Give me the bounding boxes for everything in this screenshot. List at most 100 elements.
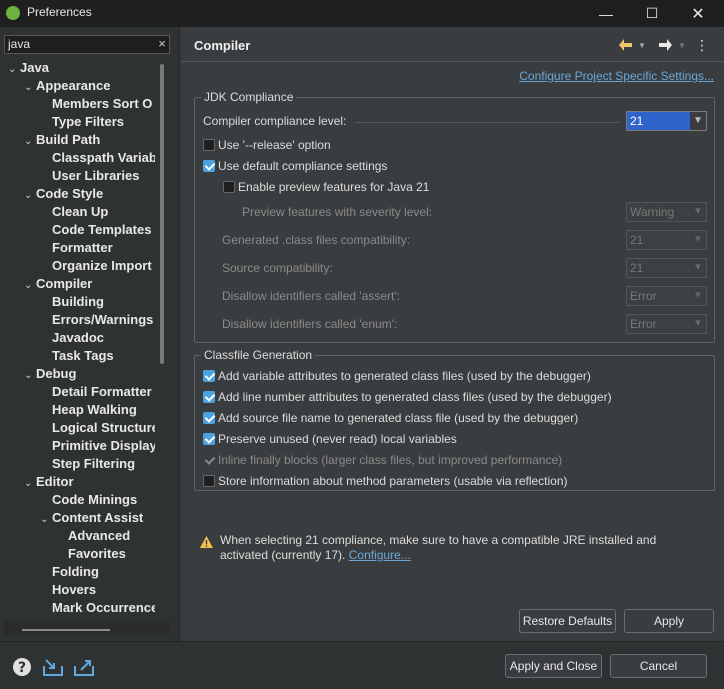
- tree-item-favorites[interactable]: Favorites: [56, 545, 126, 563]
- tree-item-step-filtering[interactable]: Step Filtering: [40, 455, 135, 473]
- svg-text:?: ?: [18, 660, 26, 676]
- tree-item-members-sort-o[interactable]: Members Sort O: [40, 95, 152, 113]
- chevron-down-icon[interactable]: ⌄: [40, 511, 52, 529]
- warning-icon: [200, 536, 213, 548]
- tree-item-editor[interactable]: ⌄ Editor: [24, 473, 74, 491]
- preview-severity-select[interactable]: Warning ▼: [626, 202, 707, 222]
- clear-filter-icon[interactable]: ×: [155, 36, 169, 52]
- tree-item-label: Code Minings: [52, 492, 138, 507]
- chevron-down-icon[interactable]: ⌄: [24, 79, 36, 97]
- select-value: 21: [630, 261, 644, 275]
- tree-horizontal-scrollbar[interactable]: [4, 621, 170, 635]
- tree-item-label: Task Tags: [52, 348, 114, 363]
- scroll-thumb[interactable]: [22, 629, 110, 631]
- source-compat-select[interactable]: 21 ▼: [626, 258, 707, 278]
- tree-item-debug[interactable]: ⌄ Debug: [24, 365, 76, 383]
- forward-menu-chevron-icon[interactable]: ▼: [678, 36, 686, 54]
- tree-vertical-scrollbar[interactable]: [155, 59, 170, 629]
- preserve-unused-checkbox[interactable]: [203, 433, 215, 445]
- tree-item-java[interactable]: ⌄ Java: [8, 59, 49, 77]
- enable-preview-checkbox[interactable]: [223, 181, 235, 193]
- back-menu-chevron-icon[interactable]: ▼: [638, 36, 646, 54]
- scroll-thumb[interactable]: [160, 64, 164, 364]
- help-icon[interactable]: ?: [12, 657, 34, 677]
- tree-item-javadoc[interactable]: Javadoc: [40, 329, 104, 347]
- tree-item-content-assist[interactable]: ⌄ Content Assist: [40, 509, 143, 527]
- forward-button[interactable]: [657, 36, 673, 54]
- configure-project-settings-link[interactable]: Configure Project Specific Settings...: [519, 69, 714, 83]
- forward-arrow-icon: [659, 39, 672, 51]
- tree-item-code-style[interactable]: ⌄ Code Style: [24, 185, 103, 203]
- inline-finally-checkbox[interactable]: [203, 454, 215, 466]
- tree-item-task-tags[interactable]: Task Tags: [40, 347, 114, 365]
- back-button[interactable]: [618, 36, 634, 54]
- tree-item-clean-up[interactable]: Clean Up: [40, 203, 108, 221]
- tree-item-label: Content Assist: [52, 510, 144, 525]
- tree-item-mark-occurrence[interactable]: Mark Occurrence: [40, 599, 155, 617]
- generated-compat-label: Generated .class files compatibility:: [222, 233, 411, 247]
- select-value: Error: [630, 317, 657, 331]
- compliance-level-select[interactable]: 21 ▼: [626, 111, 707, 131]
- chevron-down-icon[interactable]: ⌄: [24, 277, 36, 295]
- tree-item-label: User Libraries: [52, 168, 140, 183]
- tree-item-label: Type Filters: [52, 114, 125, 129]
- chevron-down-icon[interactable]: ⌄: [24, 475, 36, 493]
- tree-item-code-templates[interactable]: Code Templates: [40, 221, 151, 239]
- restore-defaults-button[interactable]: Restore Defaults: [519, 609, 616, 633]
- tree-item-appearance[interactable]: ⌄ Appearance: [24, 77, 110, 95]
- tree-item-logical-structure[interactable]: Logical Structure: [40, 419, 155, 437]
- classfile-generation-group: Classfile Generation Add variable attrib…: [194, 347, 715, 491]
- chevron-down-icon: ▼: [690, 231, 706, 249]
- more-menu-icon[interactable]: ⋮: [695, 36, 709, 54]
- chevron-down-icon[interactable]: ⌄: [24, 187, 36, 205]
- minimize-button[interactable]: —: [583, 0, 629, 27]
- tree-item-label: Building: [52, 294, 104, 309]
- tree-item-label: Hovers: [52, 582, 97, 597]
- chevron-down-icon[interactable]: ⌄: [24, 367, 36, 385]
- configure-jre-link[interactable]: Configure...: [349, 548, 411, 562]
- add-source-file-checkbox[interactable]: [203, 412, 215, 424]
- tree-item-errors-warnings[interactable]: Errors/Warnings: [40, 311, 153, 329]
- tree-item-advanced[interactable]: Advanced: [56, 527, 130, 545]
- tree-item-building[interactable]: Building: [40, 293, 104, 311]
- select-value: Error: [630, 289, 657, 303]
- use-default-compliance-checkbox[interactable]: [203, 160, 215, 172]
- tree-item-folding[interactable]: Folding: [40, 563, 99, 581]
- tree-item-hovers[interactable]: Hovers: [40, 581, 96, 599]
- use-release-checkbox[interactable]: [203, 139, 215, 151]
- tree-item-label: Detail Formatter: [52, 384, 152, 399]
- tree-item-label: Clean Up: [52, 204, 109, 219]
- filter-input[interactable]: java: [4, 35, 170, 54]
- tree-item-compiler[interactable]: ⌄ Compiler: [24, 275, 92, 293]
- generated-compat-select[interactable]: 21 ▼: [626, 230, 707, 250]
- export-icon[interactable]: [73, 657, 95, 677]
- tree-item-build-path[interactable]: ⌄ Build Path: [24, 131, 100, 149]
- apply-button[interactable]: Apply: [624, 609, 714, 633]
- tree-item-label: Favorites: [68, 546, 126, 561]
- maximize-button[interactable]: ☐: [629, 0, 675, 27]
- chevron-down-icon[interactable]: ⌄: [8, 61, 20, 79]
- tree-item-user-libraries[interactable]: User Libraries: [40, 167, 139, 185]
- tree-item-primitive-display[interactable]: Primitive Display: [40, 437, 155, 455]
- tree-item-code-minings[interactable]: Code Minings: [40, 491, 137, 509]
- add-line-number-checkbox[interactable]: [203, 391, 215, 403]
- import-icon[interactable]: [42, 657, 64, 677]
- apply-and-close-button[interactable]: Apply and Close: [505, 654, 602, 678]
- disallow-enum-select[interactable]: Error ▼: [626, 314, 707, 334]
- cancel-button[interactable]: Cancel: [610, 654, 707, 678]
- chevron-down-icon[interactable]: ⌄: [24, 133, 36, 151]
- dialog-body: java × ⌄ Java ⌄ Appearance Members Sort O Typ…: [0, 27, 724, 689]
- header-separator: [181, 61, 724, 62]
- store-method-params-checkbox[interactable]: [203, 475, 215, 487]
- tree-item-formatter[interactable]: Formatter: [40, 239, 113, 257]
- tree-item-detail-formatter[interactable]: Detail Formatter: [40, 383, 152, 401]
- add-variable-attributes-checkbox[interactable]: [203, 370, 215, 382]
- disallow-assert-select[interactable]: Error ▼: [626, 286, 707, 306]
- close-button[interactable]: ✕: [675, 0, 721, 27]
- tree-item-heap-walking[interactable]: Heap Walking: [40, 401, 137, 419]
- tree-item-organize-import[interactable]: Organize Import: [40, 257, 152, 275]
- tree-item-classpath-variab[interactable]: Classpath Variab: [40, 149, 155, 167]
- select-value: 21: [630, 233, 644, 247]
- add-variable-attributes-label: Add variable attributes to generated cla…: [218, 369, 591, 383]
- tree-item-type-filters[interactable]: Type Filters: [40, 113, 124, 131]
